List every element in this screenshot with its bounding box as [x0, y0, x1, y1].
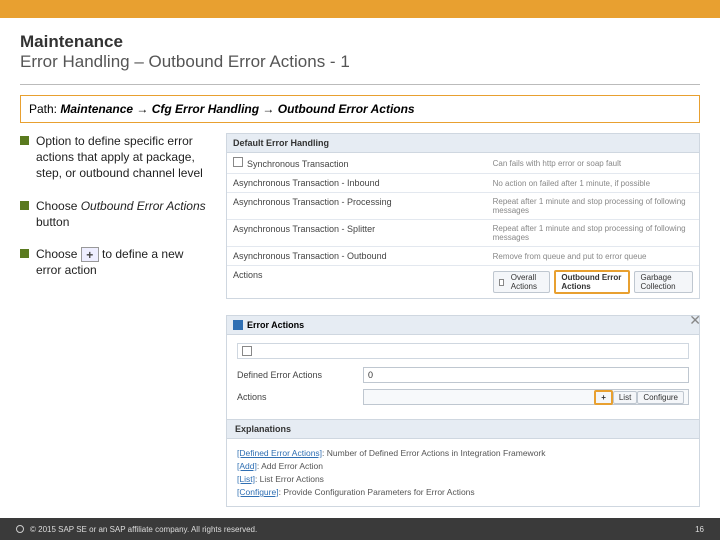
- copyright-text: © 2015 SAP SE or an SAP affiliate compan…: [30, 525, 257, 534]
- bullet-item: Choose Outbound Error Actions button: [20, 198, 210, 230]
- actions-row: Actions Overall Actions Outbound Error A…: [227, 266, 699, 298]
- brand-top-bar: [0, 0, 720, 18]
- explanation-item: [Configure]: Provide Configuration Param…: [237, 487, 689, 497]
- field-label: Defined Error Actions: [237, 370, 357, 380]
- field-label: Actions: [237, 392, 357, 402]
- tab-outbound-error-actions[interactable]: Outbound Error Actions: [554, 270, 630, 294]
- square-icon: [233, 157, 243, 167]
- explanation-item: [Add]: Add Error Action: [237, 461, 689, 471]
- add-button[interactable]: +: [594, 390, 613, 405]
- breadcrumb: Path: Maintenance → Cfg Error Handling →…: [20, 95, 700, 123]
- default-error-handling-panel: Default Error Handling Synchronous Trans…: [226, 133, 700, 299]
- page-subtitle: Error Handling – Outbound Error Actions …: [20, 52, 700, 72]
- table-row: Asynchronous Transaction - Processing Re…: [227, 193, 699, 220]
- square-icon: [242, 346, 252, 356]
- bullet-text: button: [36, 215, 69, 229]
- header-rule: [20, 84, 700, 85]
- row-desc: Repeat after 1 minute and stop processin…: [487, 193, 699, 219]
- form-row: Actions + List Configure: [237, 389, 689, 405]
- row-label: Asynchronous Transaction - Splitter: [227, 220, 487, 246]
- breadcrumb-value: Maintenance → Cfg Error Handling → Outbo…: [60, 102, 414, 116]
- explanations-body: [Defined Error Actions]: Number of Defin…: [227, 439, 699, 506]
- copyright-icon: [16, 525, 24, 533]
- square-icon: [499, 279, 504, 286]
- row-desc: Can fails with http error or soap fault: [487, 153, 699, 173]
- bullet-text: Choose: [36, 247, 81, 261]
- defined-error-actions-field[interactable]: 0: [363, 367, 689, 383]
- slide-header: Maintenance Error Handling – Outbound Er…: [0, 18, 720, 78]
- tab-overall-actions[interactable]: Overall Actions: [493, 271, 551, 293]
- actions-toolbar: + List Configure: [363, 389, 689, 405]
- bullet-text: Choose: [36, 199, 81, 213]
- table-row: Asynchronous Transaction - Inbound No ac…: [227, 174, 699, 193]
- list-button[interactable]: List: [613, 391, 637, 404]
- row-label: Asynchronous Transaction - Outbound: [227, 247, 487, 265]
- page-number: 16: [695, 525, 704, 534]
- explanation-item: [Defined Error Actions]: Number of Defin…: [237, 448, 689, 458]
- explanation-item: [List]: List Error Actions: [237, 474, 689, 484]
- bullet-item: Option to define specific error actions …: [20, 133, 210, 182]
- row-desc: No action on failed after 1 minute, if p…: [487, 174, 699, 192]
- panel-title: Default Error Handling: [227, 134, 699, 153]
- table-row: Synchronous Transaction Can fails with h…: [227, 153, 699, 174]
- breadcrumb-label: Path:: [29, 102, 57, 116]
- row-label: Asynchronous Transaction - Inbound: [227, 174, 487, 192]
- tab-garbage-collection[interactable]: Garbage Collection: [634, 271, 693, 293]
- row-label: Actions: [227, 266, 487, 298]
- table-row: Asynchronous Transaction - Outbound Remo…: [227, 247, 699, 266]
- configure-button[interactable]: Configure: [637, 391, 684, 404]
- row-label: Synchronous Transaction: [247, 159, 349, 169]
- form-row: Defined Error Actions 0: [237, 367, 689, 383]
- dialog-icon: [233, 320, 243, 330]
- page-title: Maintenance: [20, 32, 700, 52]
- dialog-title: Error Actions: [247, 320, 304, 330]
- table-row: Asynchronous Transaction - Splitter Repe…: [227, 220, 699, 247]
- error-actions-dialog: ✕ Error Actions Defined Error Actions 0 …: [226, 315, 700, 507]
- slide-footer: © 2015 SAP SE or an SAP affiliate compan…: [0, 518, 720, 540]
- bullet-list: Option to define specific error actions …: [20, 133, 210, 507]
- row-desc: Remove from queue and put to error queue: [487, 247, 699, 265]
- explanations-header: Explanations: [227, 419, 699, 439]
- close-icon[interactable]: ✕: [689, 312, 701, 329]
- plus-icon: +: [81, 247, 99, 262]
- bullet-text-emph: Outbound Error Actions: [81, 199, 206, 213]
- bullet-item: Choose + to define a new error action: [20, 246, 210, 279]
- row-label: Asynchronous Transaction - Processing: [227, 193, 487, 219]
- row-desc: Repeat after 1 minute and stop processin…: [487, 220, 699, 246]
